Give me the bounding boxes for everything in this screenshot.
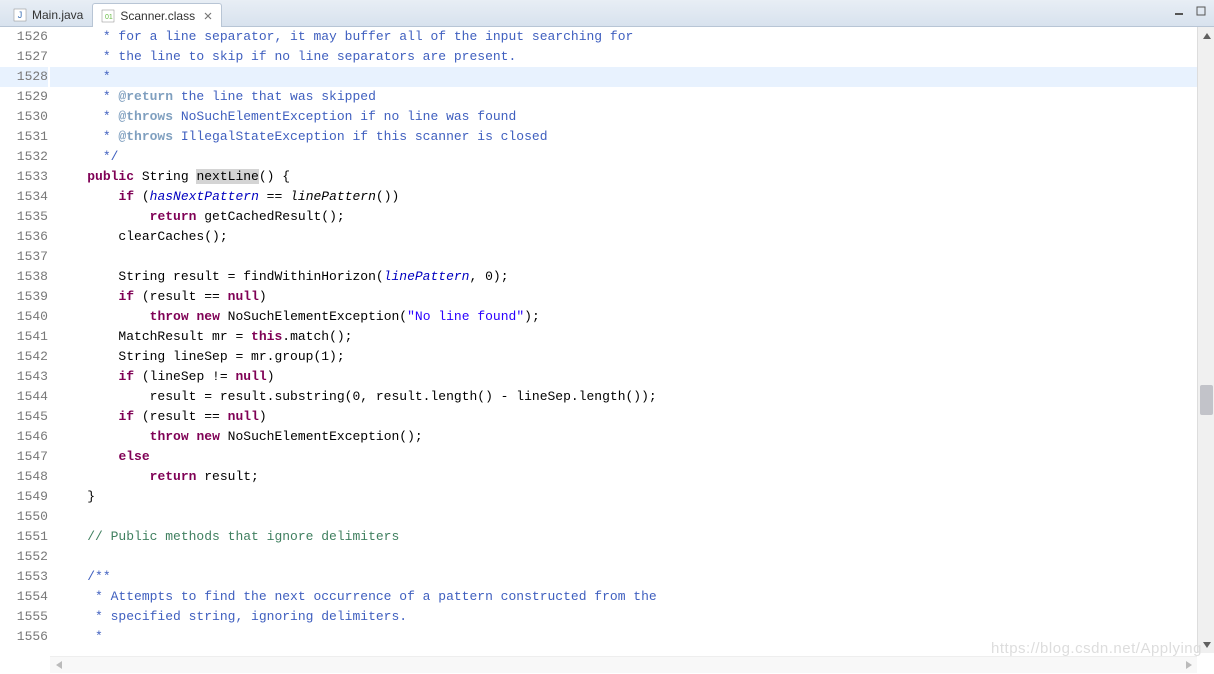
maximize-icon[interactable] <box>1194 4 1208 18</box>
line-number: 1532 <box>0 147 48 167</box>
line-number: 1528 <box>0 67 48 87</box>
code-content[interactable]: * for a line separator, it may buffer al… <box>50 27 1214 653</box>
line-number: 1538 <box>0 267 48 287</box>
tab-label: Scanner.class <box>120 9 195 23</box>
line-number: 1527 <box>0 47 48 67</box>
line-number: 1536 <box>0 227 48 247</box>
line-number: 1526 <box>0 27 48 47</box>
line-number: 1542 <box>0 347 48 367</box>
window-controls <box>1172 4 1208 18</box>
line-number: 1549 <box>0 487 48 507</box>
line-number: 1547 <box>0 447 48 467</box>
scroll-right-icon[interactable] <box>1180 657 1197 674</box>
vertical-scrollbar[interactable] <box>1197 27 1214 653</box>
line-number: 1533 <box>0 167 48 187</box>
line-number: 1543 <box>0 367 48 387</box>
line-number: 1539 <box>0 287 48 307</box>
line-number: 1545 <box>0 407 48 427</box>
line-number: 1535 <box>0 207 48 227</box>
tab-bar: J Main.java 01 Scanner.class <box>0 0 1214 27</box>
line-number: 1554 <box>0 587 48 607</box>
line-number: 1552 <box>0 547 48 567</box>
line-number: 1555 <box>0 607 48 627</box>
line-number: 1534 <box>0 187 48 207</box>
line-number: 1556 <box>0 627 48 647</box>
line-number: 1541 <box>0 327 48 347</box>
scroll-down-icon[interactable] <box>1198 636 1214 653</box>
scrollbar-thumb[interactable] <box>1200 385 1213 415</box>
tab-scanner-class[interactable]: 01 Scanner.class <box>92 3 222 27</box>
line-number: 1553 <box>0 567 48 587</box>
java-file-icon: J <box>13 8 27 22</box>
svg-text:J: J <box>18 10 23 20</box>
minimize-icon[interactable] <box>1172 4 1186 18</box>
line-number: 1548 <box>0 467 48 487</box>
line-number: 1551 <box>0 527 48 547</box>
line-number: 1530 <box>0 107 48 127</box>
line-number: 1550 <box>0 507 48 527</box>
line-number: 1540 <box>0 307 48 327</box>
line-number: 1546 <box>0 427 48 447</box>
scroll-up-icon[interactable] <box>1198 27 1214 44</box>
scroll-left-icon[interactable] <box>50 657 67 674</box>
line-number: 1544 <box>0 387 48 407</box>
class-file-icon: 01 <box>101 9 115 23</box>
svg-text:01: 01 <box>105 14 113 21</box>
horizontal-scrollbar[interactable] <box>50 656 1197 673</box>
line-number-gutter: 1526152715281529153015311532153315341535… <box>0 27 50 653</box>
close-icon[interactable] <box>203 11 213 21</box>
tab-label: Main.java <box>32 8 83 22</box>
line-number: 1529 <box>0 87 48 107</box>
tab-main-java[interactable]: J Main.java <box>4 2 92 26</box>
line-number: 1531 <box>0 127 48 147</box>
line-number: 1537 <box>0 247 48 267</box>
editor-area: 1526152715281529153015311532153315341535… <box>0 27 1214 653</box>
